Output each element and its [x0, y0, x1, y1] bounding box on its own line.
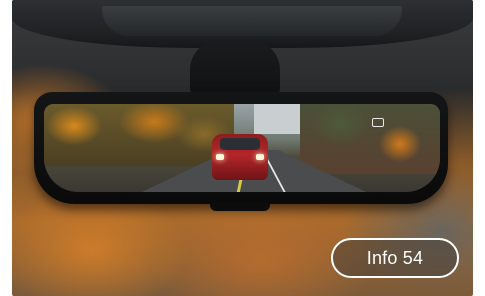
headlight-right [256, 154, 264, 160]
info-badge[interactable]: Info 54 [331, 238, 459, 278]
mirror-mount [190, 40, 280, 100]
suv-windshield [220, 138, 260, 150]
autumn-trees-left [44, 104, 234, 166]
mirror-toggle-icon [372, 118, 384, 127]
mirror-lower-trim [210, 203, 270, 211]
headliner-panel [102, 6, 402, 36]
headlight-left [216, 154, 224, 160]
autumn-trees-right [300, 104, 440, 174]
